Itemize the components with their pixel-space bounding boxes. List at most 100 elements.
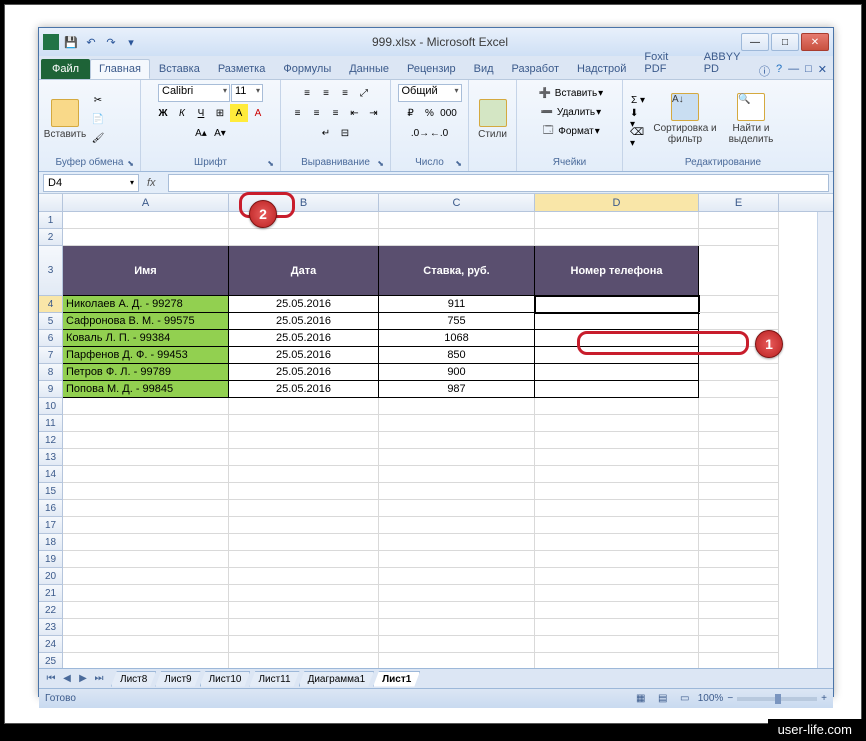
cell-E12[interactable] [699,432,779,449]
cell-B8[interactable]: 25.05.2016 [229,364,379,381]
cell-C6[interactable]: 1068 [379,330,535,347]
cell-B12[interactable] [229,432,379,449]
cell-B15[interactable] [229,483,379,500]
cell-C25[interactable] [379,653,535,668]
cell-E19[interactable] [699,551,779,568]
cell-E23[interactable] [699,619,779,636]
cell-C23[interactable] [379,619,535,636]
cell-B10[interactable] [229,398,379,415]
row-header[interactable]: 19 [39,551,63,568]
cell-C15[interactable] [379,483,535,500]
row-header[interactable]: 22 [39,602,63,619]
cell-E15[interactable] [699,483,779,500]
cell-E1[interactable] [699,212,779,229]
cell-C16[interactable] [379,500,535,517]
find-select-button[interactable]: 🔍Найти и выделить [721,86,781,152]
font-name-combo[interactable]: Calibri [158,84,230,102]
sheet-nav-first-icon[interactable]: ⏮ [43,673,59,684]
cell-C8[interactable]: 900 [379,364,535,381]
cell-C4[interactable]: 911 [379,296,535,313]
cell-B9[interactable]: 25.05.2016 [229,381,379,398]
minimize-ribbon-icon[interactable]: ⓘ [759,63,770,79]
cell-B21[interactable] [229,585,379,602]
cell-C9[interactable]: 987 [379,381,535,398]
orientation-icon[interactable]: ⤢ [355,84,373,102]
cell-D1[interactable] [535,212,699,229]
cell-D19[interactable] [535,551,699,568]
sheet-nav-prev-icon[interactable]: ◀ [59,673,75,684]
percent-icon[interactable]: % [421,104,439,122]
align-right-icon[interactable]: ≡ [327,104,345,122]
indent-dec-icon[interactable]: ⇤ [346,104,364,122]
cell-B22[interactable] [229,602,379,619]
cell-D3[interactable]: Номер телефона [535,246,699,296]
cell-C21[interactable] [379,585,535,602]
cells-delete-button[interactable]: ➖Удалить ▾ [538,103,601,121]
align-bot-icon[interactable]: ≡ [336,84,354,102]
cell-E21[interactable] [699,585,779,602]
row-header[interactable]: 8 [39,364,63,381]
row-header[interactable]: 11 [39,415,63,432]
tab-review[interactable]: Рецензир [398,59,465,79]
cell-B18[interactable] [229,534,379,551]
number-format-combo[interactable]: Общий [398,84,462,102]
doc-close-icon[interactable]: ✕ [818,63,827,79]
sort-filter-button[interactable]: А↓Сортировка и фильтр [651,86,719,152]
sheet-tab[interactable]: Лист9 [155,671,200,687]
cell-E4[interactable] [699,296,779,313]
tab-data[interactable]: Данные [340,59,398,79]
cell-E3[interactable] [699,246,779,296]
cell-A11[interactable] [63,415,229,432]
font-color-button[interactable]: А [249,104,267,122]
row-header[interactable]: 25 [39,653,63,668]
underline-button[interactable]: Ч [192,104,210,122]
cell-B14[interactable] [229,466,379,483]
redo-icon[interactable]: ↷ [103,34,119,50]
currency-icon[interactable]: ₽ [402,104,420,122]
cell-D4[interactable] [535,296,699,313]
cell-B24[interactable] [229,636,379,653]
cell-E11[interactable] [699,415,779,432]
cell-B25[interactable] [229,653,379,668]
row-header[interactable]: 24 [39,636,63,653]
clear-icon[interactable]: ⌫ ▾ [629,129,647,147]
cut-icon[interactable]: ✂ [89,91,107,109]
cell-C2[interactable] [379,229,535,246]
qat-dropdown-icon[interactable]: ▾ [123,34,139,50]
cell-E14[interactable] [699,466,779,483]
cell-E24[interactable] [699,636,779,653]
cell-A10[interactable] [63,398,229,415]
doc-min-icon[interactable]: — [788,63,799,79]
cell-E20[interactable] [699,568,779,585]
cell-E8[interactable] [699,364,779,381]
tab-insert[interactable]: Вставка [150,59,209,79]
cell-E9[interactable] [699,381,779,398]
cell-D16[interactable] [535,500,699,517]
cell-B16[interactable] [229,500,379,517]
cell-A6[interactable]: Коваль Л. П. - 99384 [63,330,229,347]
cell-D21[interactable] [535,585,699,602]
col-header-a[interactable]: A [63,194,229,211]
cell-C7[interactable]: 850 [379,347,535,364]
row-header[interactable]: 15 [39,483,63,500]
view-layout-icon[interactable]: ▤ [654,690,672,708]
col-header-d[interactable]: D [535,194,699,211]
cell-C13[interactable] [379,449,535,466]
styles-button[interactable]: Стили [473,86,512,152]
cell-B23[interactable] [229,619,379,636]
fill-icon[interactable]: ⬇ ▾ [629,110,647,128]
cell-A16[interactable] [63,500,229,517]
row-header[interactable]: 1 [39,212,63,229]
close-button[interactable]: ✕ [801,33,829,51]
cell-C24[interactable] [379,636,535,653]
cell-A2[interactable] [63,229,229,246]
comma-icon[interactable]: 000 [440,104,458,122]
cell-A15[interactable] [63,483,229,500]
copy-icon[interactable]: 📄 [89,110,107,128]
cell-D22[interactable] [535,602,699,619]
cell-A17[interactable] [63,517,229,534]
cell-C3[interactable]: Ставка, руб. [379,246,535,296]
sheet-tab[interactable]: Лист8 [111,671,156,687]
cell-B3[interactable]: Дата [229,246,379,296]
align-left-icon[interactable]: ≡ [289,104,307,122]
